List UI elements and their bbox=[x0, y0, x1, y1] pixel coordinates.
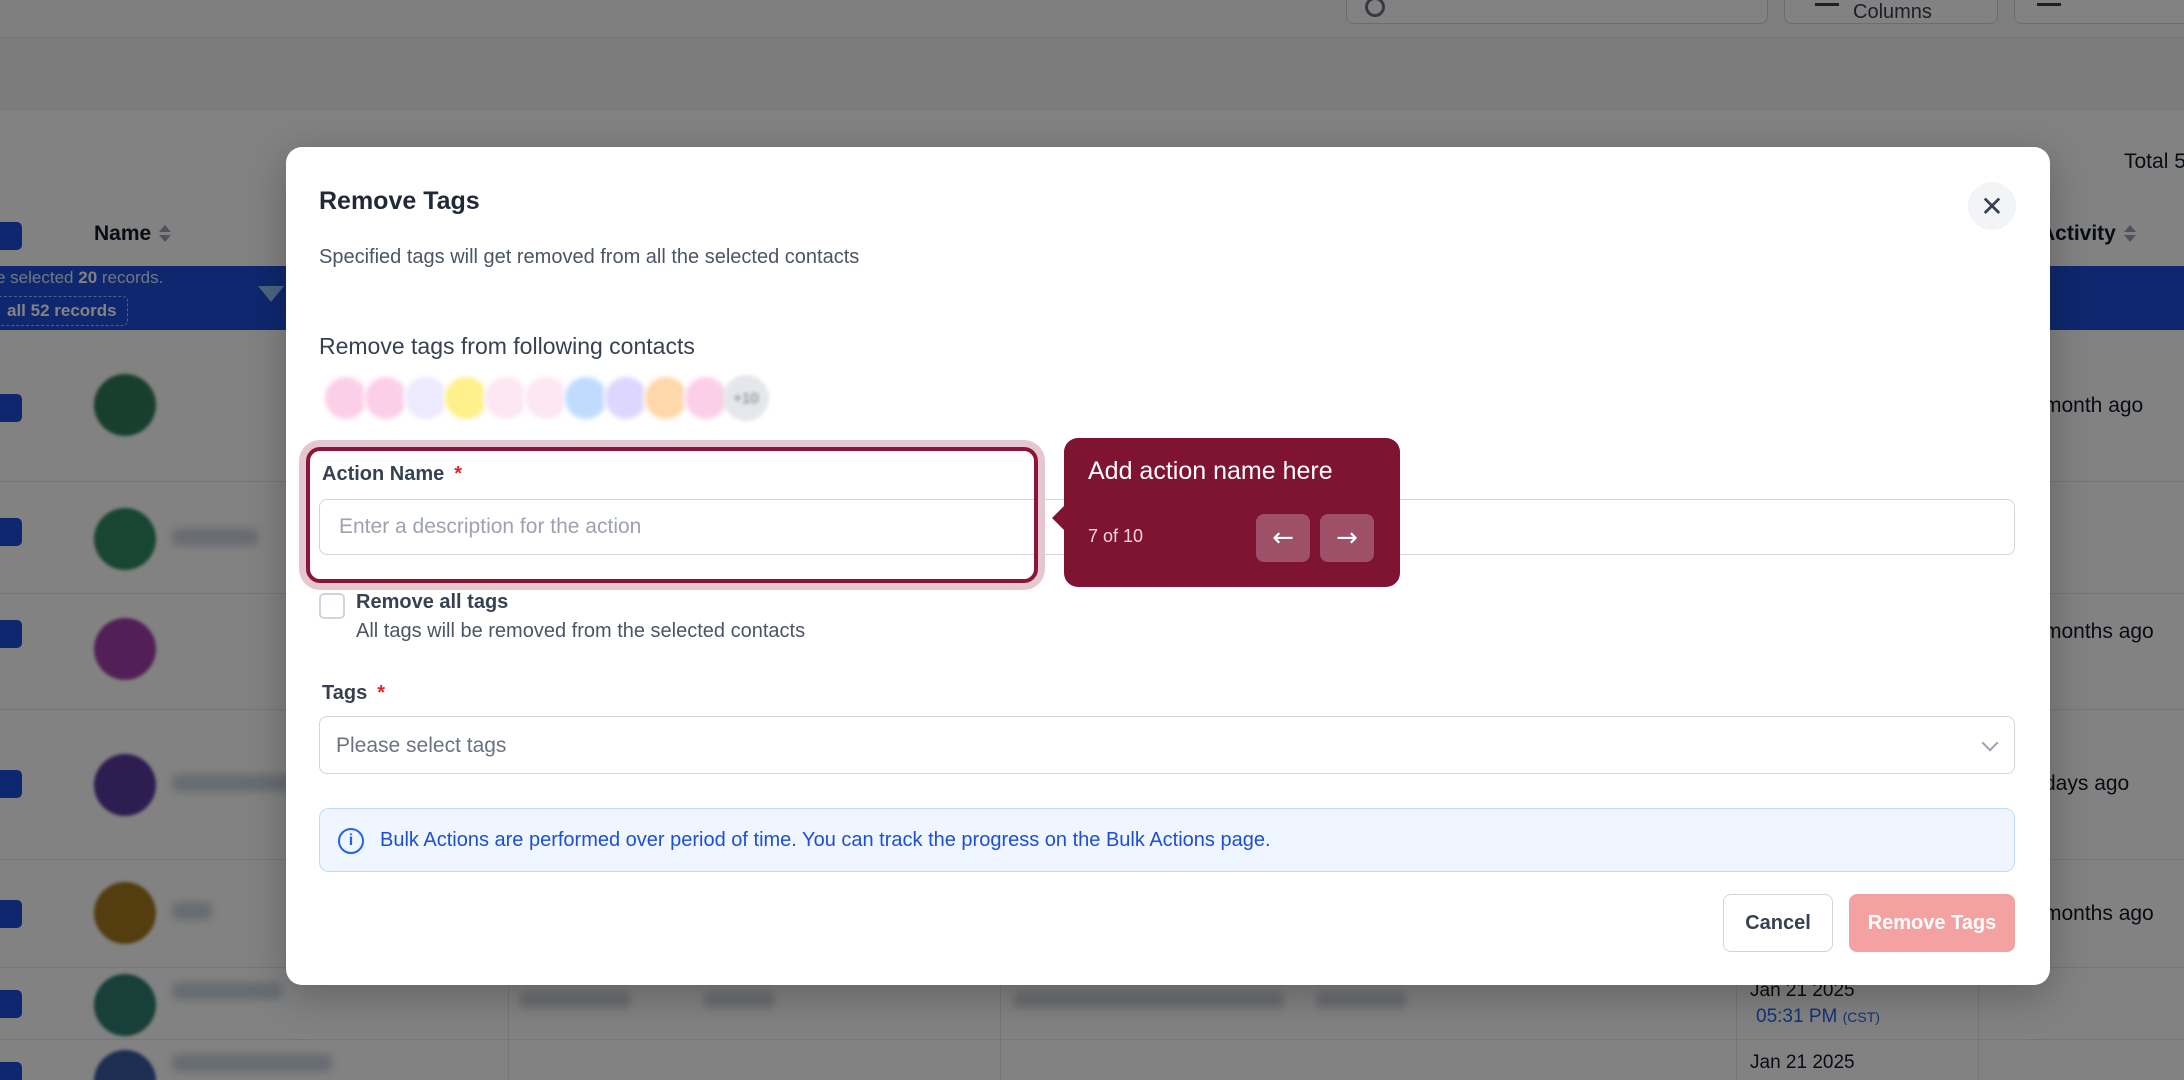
info-alert: i Bulk Actions are performed over period… bbox=[319, 808, 2015, 872]
arrow-left-icon: ← bbox=[1272, 523, 1294, 553]
action-name-label: Action Name * bbox=[322, 463, 462, 486]
remove-all-tags-checkbox[interactable] bbox=[319, 593, 345, 619]
modal-title: Remove Tags bbox=[319, 187, 480, 215]
tour-next-button[interactable]: → bbox=[1320, 514, 1374, 562]
close-button[interactable]: ✕ bbox=[1968, 182, 2016, 230]
tags-select[interactable]: Please select tags bbox=[319, 716, 2015, 774]
tour-previous-button[interactable]: ← bbox=[1256, 514, 1310, 562]
remove-tags-button[interactable]: Remove Tags bbox=[1849, 894, 2015, 952]
close-icon: ✕ bbox=[1980, 190, 2004, 222]
tags-placeholder: Please select tags bbox=[336, 734, 507, 757]
required-mark: * bbox=[377, 682, 385, 704]
more-contacts-badge: +10 bbox=[723, 375, 769, 421]
tour-step-counter: 7 of 10 bbox=[1088, 526, 1144, 546]
remove-all-tags-label[interactable]: Remove all tags bbox=[356, 591, 508, 614]
tags-label: Tags * bbox=[322, 682, 385, 705]
contacts-section-label: Remove tags from following contacts bbox=[319, 333, 695, 359]
cancel-button[interactable]: Cancel bbox=[1723, 894, 1833, 952]
info-icon: i bbox=[338, 828, 364, 854]
required-mark: * bbox=[454, 463, 463, 485]
tags-label-text: Tags bbox=[322, 682, 368, 704]
chevron-down-icon bbox=[1981, 734, 1999, 752]
tour-tooltip: Add action name here 7 of 10 ← → bbox=[1052, 438, 1400, 587]
modal-subtitle: Specified tags will get removed from all… bbox=[319, 246, 860, 268]
tour-title: Add action name here bbox=[1088, 457, 1333, 485]
action-name-label-text: Action Name bbox=[322, 463, 445, 485]
remove-all-tags-description: All tags will be removed from the select… bbox=[356, 620, 806, 642]
arrow-right-icon: → bbox=[1336, 523, 1358, 553]
info-text: Bulk Actions are performed over period o… bbox=[380, 829, 1271, 851]
